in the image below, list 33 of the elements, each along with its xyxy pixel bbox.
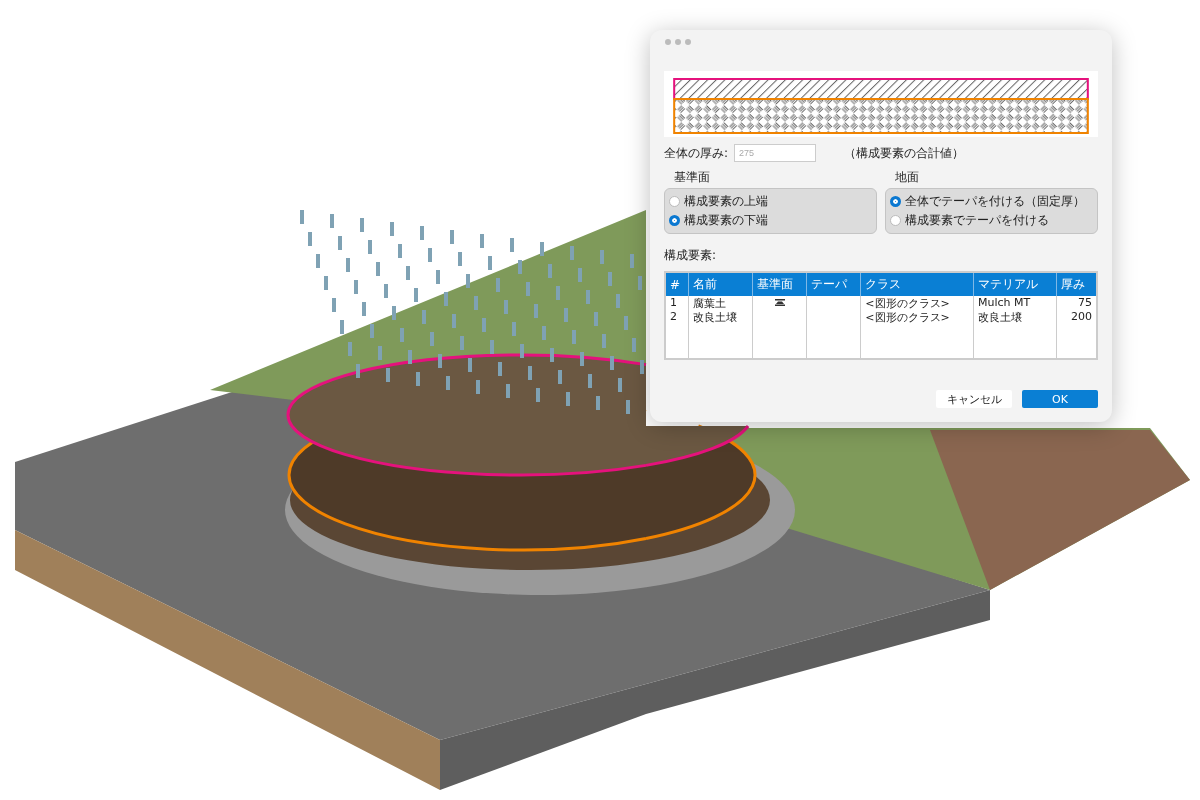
group-title: 基準面 (673, 169, 711, 186)
radio-label[interactable]: 構成要素でテーパを付ける (905, 212, 1049, 229)
radio-button[interactable] (890, 215, 901, 226)
radio-button[interactable] (669, 215, 680, 226)
table-cell: 2 (670, 310, 677, 323)
radio-button[interactable] (669, 196, 680, 207)
table-cell: 1 (670, 296, 677, 309)
ok-button[interactable]: OK (1022, 390, 1098, 408)
table-cell: <図形のクラス> (865, 311, 950, 324)
column-header[interactable]: テーパ (806, 272, 861, 296)
table-cell: 200 (1071, 310, 1092, 323)
radio-label[interactable]: 構成要素の上端 (684, 193, 768, 210)
cancel-button[interactable]: キャンセル (936, 390, 1012, 408)
table-cell: 75 (1078, 296, 1092, 309)
table-cell: 改良土壌 (693, 311, 738, 324)
thickness-note: （構成要素の合計値） (844, 144, 965, 162)
table-cell: 改良土壌 (977, 311, 1022, 324)
column-header[interactable]: 名前 (688, 272, 753, 296)
thickness-field[interactable]: 275 (734, 144, 817, 162)
thickness-label: 全体の厚み: (664, 144, 729, 162)
components-label: 構成要素: (664, 247, 718, 264)
group-title: 地面 (894, 169, 920, 186)
table-cell: <図形のクラス> (865, 297, 950, 310)
table-cell: Mulch MT (977, 296, 1031, 309)
column-header[interactable]: # (665, 272, 689, 296)
column-header[interactable]: 厚み (1056, 272, 1097, 296)
column-header[interactable]: 基準面 (752, 272, 807, 296)
radio-label[interactable]: 全体でテーパを付ける（固定厚） (905, 193, 1085, 210)
table-cell: 腐葉土 (693, 297, 727, 310)
radio-label[interactable]: 構成要素の下端 (684, 212, 768, 229)
column-header[interactable]: マテリアル (973, 272, 1057, 296)
column-header[interactable]: クラス (860, 272, 974, 296)
radio-button[interactable] (890, 196, 901, 207)
